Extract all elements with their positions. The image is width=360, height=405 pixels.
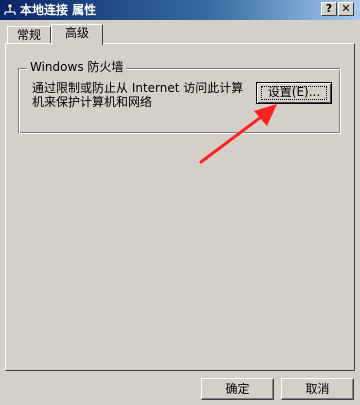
tab-strip: 常规 高级 [0,22,360,45]
red-arrow-icon [199,104,277,164]
cancel-button[interactable]: 取消 [281,378,354,400]
firewall-group-title: Windows 防火墙 [27,59,127,75]
title-bar[interactable]: 本地连接 属性 ? ✕ [0,0,360,20]
close-button[interactable]: ✕ [338,2,354,16]
tab-advanced[interactable]: 高级 [51,24,103,45]
window-title: 本地连接 属性 [20,3,97,17]
network-connection-icon [4,3,16,15]
ok-button[interactable]: 确定 [201,378,274,400]
tab-general[interactable]: 常规 [7,26,51,44]
help-button[interactable]: ? [321,2,337,16]
